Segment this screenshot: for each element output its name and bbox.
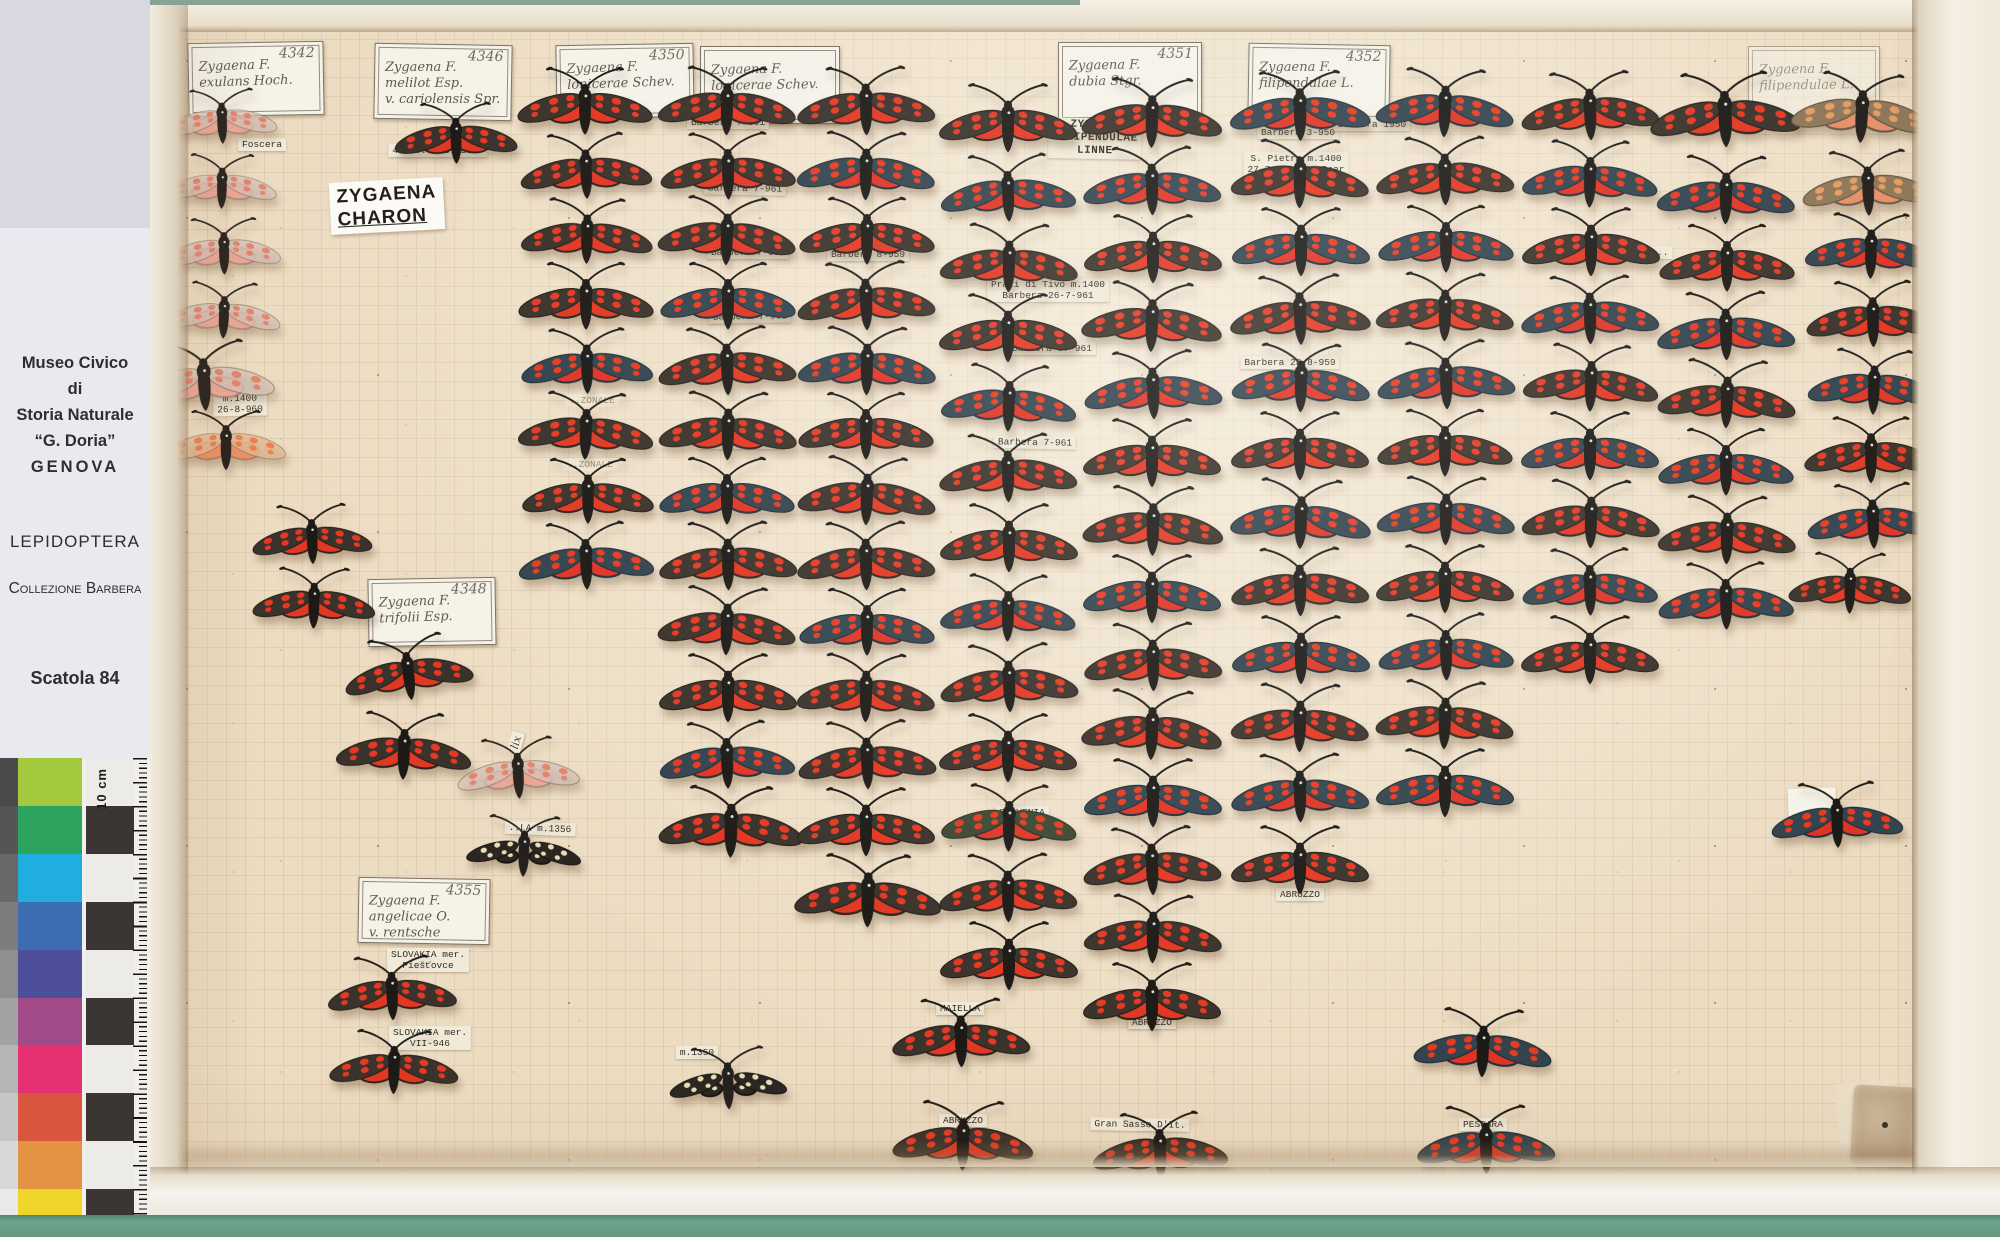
marker-label: ZYGAENACHARON — [329, 177, 445, 235]
checker-cell — [86, 998, 134, 1046]
color-swatch — [18, 854, 82, 902]
museum-name: Museo CivicodiStoria Naturale“G. Doria”G… — [0, 350, 150, 480]
color-swatch — [18, 1093, 82, 1141]
ruler-scale-label: 10 cm — [94, 768, 109, 810]
specimen-moth — [884, 980, 1039, 1091]
checker-cell — [86, 902, 134, 950]
grayscale-column — [0, 758, 18, 1237]
specimen-moth — [1405, 988, 1562, 1101]
section-label: LEPIDOPTERA — [0, 532, 150, 552]
box-wall-right — [1912, 0, 2000, 1205]
specimen-moth — [1224, 808, 1377, 916]
marker-line: CHARON — [337, 203, 438, 231]
box-number-label: Scatola 84 — [0, 668, 150, 689]
gray-swatch — [0, 950, 18, 998]
checker-cell — [86, 1093, 134, 1141]
strip-top-section — [0, 0, 150, 228]
museum-name-line: Museo Civico — [0, 350, 150, 376]
museum-name-line: Storia Naturale — [0, 402, 150, 428]
color-swatch — [18, 1141, 82, 1189]
gray-swatch — [0, 1045, 18, 1093]
gray-swatch — [0, 854, 18, 902]
color-swatch — [18, 950, 82, 998]
specimen-moth — [1369, 731, 1522, 839]
specimen-moth — [1076, 945, 1229, 1053]
checker-cell — [86, 1141, 134, 1189]
ruler-ticks — [132, 758, 148, 1237]
museum-label: Museo CivicodiStoria Naturale“G. Doria”G… — [0, 228, 150, 758]
color-swatch — [18, 758, 82, 806]
box-wall-left — [150, 0, 188, 1237]
color-swatch — [18, 806, 82, 854]
box-rim-bottom — [150, 1167, 2000, 1215]
gray-swatch — [0, 1093, 18, 1141]
card-text: Zygaena F. angelicae O. v. rentsche — [369, 894, 450, 942]
gray-swatch — [0, 806, 18, 854]
gray-swatch — [0, 758, 18, 806]
gray-swatch — [0, 902, 18, 950]
specimen-moth — [1514, 598, 1667, 706]
museum-name-line: “G. Doria” — [0, 428, 150, 454]
museum-name-line: GENOVA — [0, 454, 150, 480]
photo-info-strip: Museo CivicodiStoria Naturale“G. Doria”G… — [0, 0, 150, 1237]
specimen-moth — [509, 502, 663, 613]
ruler-major-ticks — [133, 758, 147, 1237]
checker-cell — [86, 854, 134, 902]
color-swatch — [18, 902, 82, 950]
color-calibration-chart: 10 cm — [0, 758, 150, 1237]
specimen-moth — [1650, 544, 1802, 653]
specimen-moth — [1781, 536, 1919, 634]
checker-column — [86, 758, 134, 1237]
specimen-moth — [454, 798, 593, 899]
color-swatch-column — [18, 758, 82, 1237]
cork-pad-pin — [1882, 1122, 1888, 1128]
gray-swatch — [0, 1141, 18, 1189]
collection-label: Collezione Barbera — [0, 580, 150, 598]
specimen-moth — [786, 834, 951, 952]
box-lid-edge — [150, 0, 1080, 5]
museum-name-line: di — [0, 376, 150, 402]
box-floor-crease — [150, 1141, 2000, 1167]
checker-cell — [86, 1045, 134, 1093]
color-swatch — [18, 998, 82, 1046]
specimen-moth — [1762, 763, 1912, 871]
card-number: 4348 — [451, 581, 487, 598]
checker-cell — [86, 806, 134, 854]
specimen-moth — [322, 1012, 467, 1115]
box-green-edge — [0, 1215, 2000, 1237]
checker-cell — [86, 950, 134, 998]
specimen-moth — [387, 86, 525, 184]
gray-swatch — [0, 998, 18, 1046]
color-swatch — [18, 1045, 82, 1093]
specimen-moth — [657, 1029, 799, 1132]
specimen-box-photo: 4342Zygaena F. exulans Hoch.4346Zygaena … — [0, 0, 2000, 1237]
